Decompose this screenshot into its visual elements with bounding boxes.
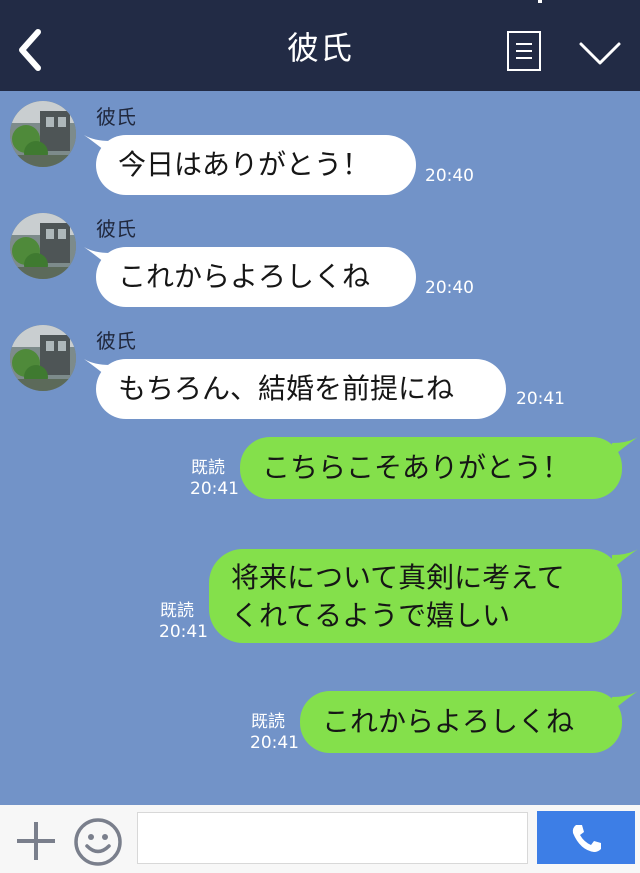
chat-area[interactable]: 彼氏 今日はありがとう！ 20:40 彼氏 これからよろしくね 20:40 彼氏… <box>0 91 640 805</box>
phone-icon <box>572 825 601 852</box>
message-text: 今日はありがとう！ <box>118 148 371 181</box>
bubble-tail <box>612 549 638 569</box>
message-text: こちらこそありがとう！ <box>262 451 571 484</box>
message-text: もちろん、結婚を前提にね <box>118 372 455 405</box>
message-bubble[interactable]: 将来について真剣に考えて くれてるようで嬉しい <box>209 549 622 643</box>
call-button[interactable] <box>537 811 635 864</box>
message-time: 20:40 <box>425 278 474 298</box>
message-time: 20:41 <box>190 479 239 499</box>
chevron-down-icon[interactable] <box>578 38 622 68</box>
message-text-line: 将来について真剣に考えて <box>231 561 565 594</box>
chat-header: 彼氏 <box>0 0 640 91</box>
message-time: 20:40 <box>425 166 474 186</box>
sender-name: 彼氏 <box>96 217 136 241</box>
avatar[interactable] <box>10 325 76 391</box>
emoji-icon[interactable] <box>73 817 123 867</box>
chat-title: 彼氏 <box>286 29 353 67</box>
avatar[interactable] <box>10 101 76 167</box>
message-time: 20:41 <box>159 622 208 642</box>
bubble-tail <box>612 691 638 711</box>
menu-icon[interactable] <box>507 31 541 71</box>
message-text-line: くれてるようで嬉しい <box>231 599 511 632</box>
plus-icon[interactable] <box>15 820 57 862</box>
message-bubble[interactable]: 今日はありがとう！ <box>96 135 416 195</box>
input-bar <box>0 805 640 873</box>
top-marker <box>538 0 542 3</box>
read-receipt: 既読 <box>160 601 194 621</box>
read-receipt: 既読 <box>191 458 225 478</box>
message-text: これからよろしくね <box>118 260 371 293</box>
message-bubble[interactable]: これからよろしくね <box>96 247 416 307</box>
sender-name: 彼氏 <box>96 329 136 353</box>
message-bubble[interactable]: こちらこそありがとう！ <box>240 437 622 499</box>
message-input[interactable] <box>137 812 528 864</box>
message-bubble[interactable]: これからよろしくね <box>300 691 622 753</box>
read-receipt: 既読 <box>251 712 285 732</box>
message-text: これからよろしくね <box>322 705 575 738</box>
avatar[interactable] <box>10 213 76 279</box>
bubble-tail <box>612 437 638 457</box>
message-time: 20:41 <box>516 389 565 409</box>
message-bubble[interactable]: もちろん、結婚を前提にね <box>96 359 506 419</box>
message-time: 20:41 <box>250 733 299 753</box>
sender-name: 彼氏 <box>96 105 136 129</box>
